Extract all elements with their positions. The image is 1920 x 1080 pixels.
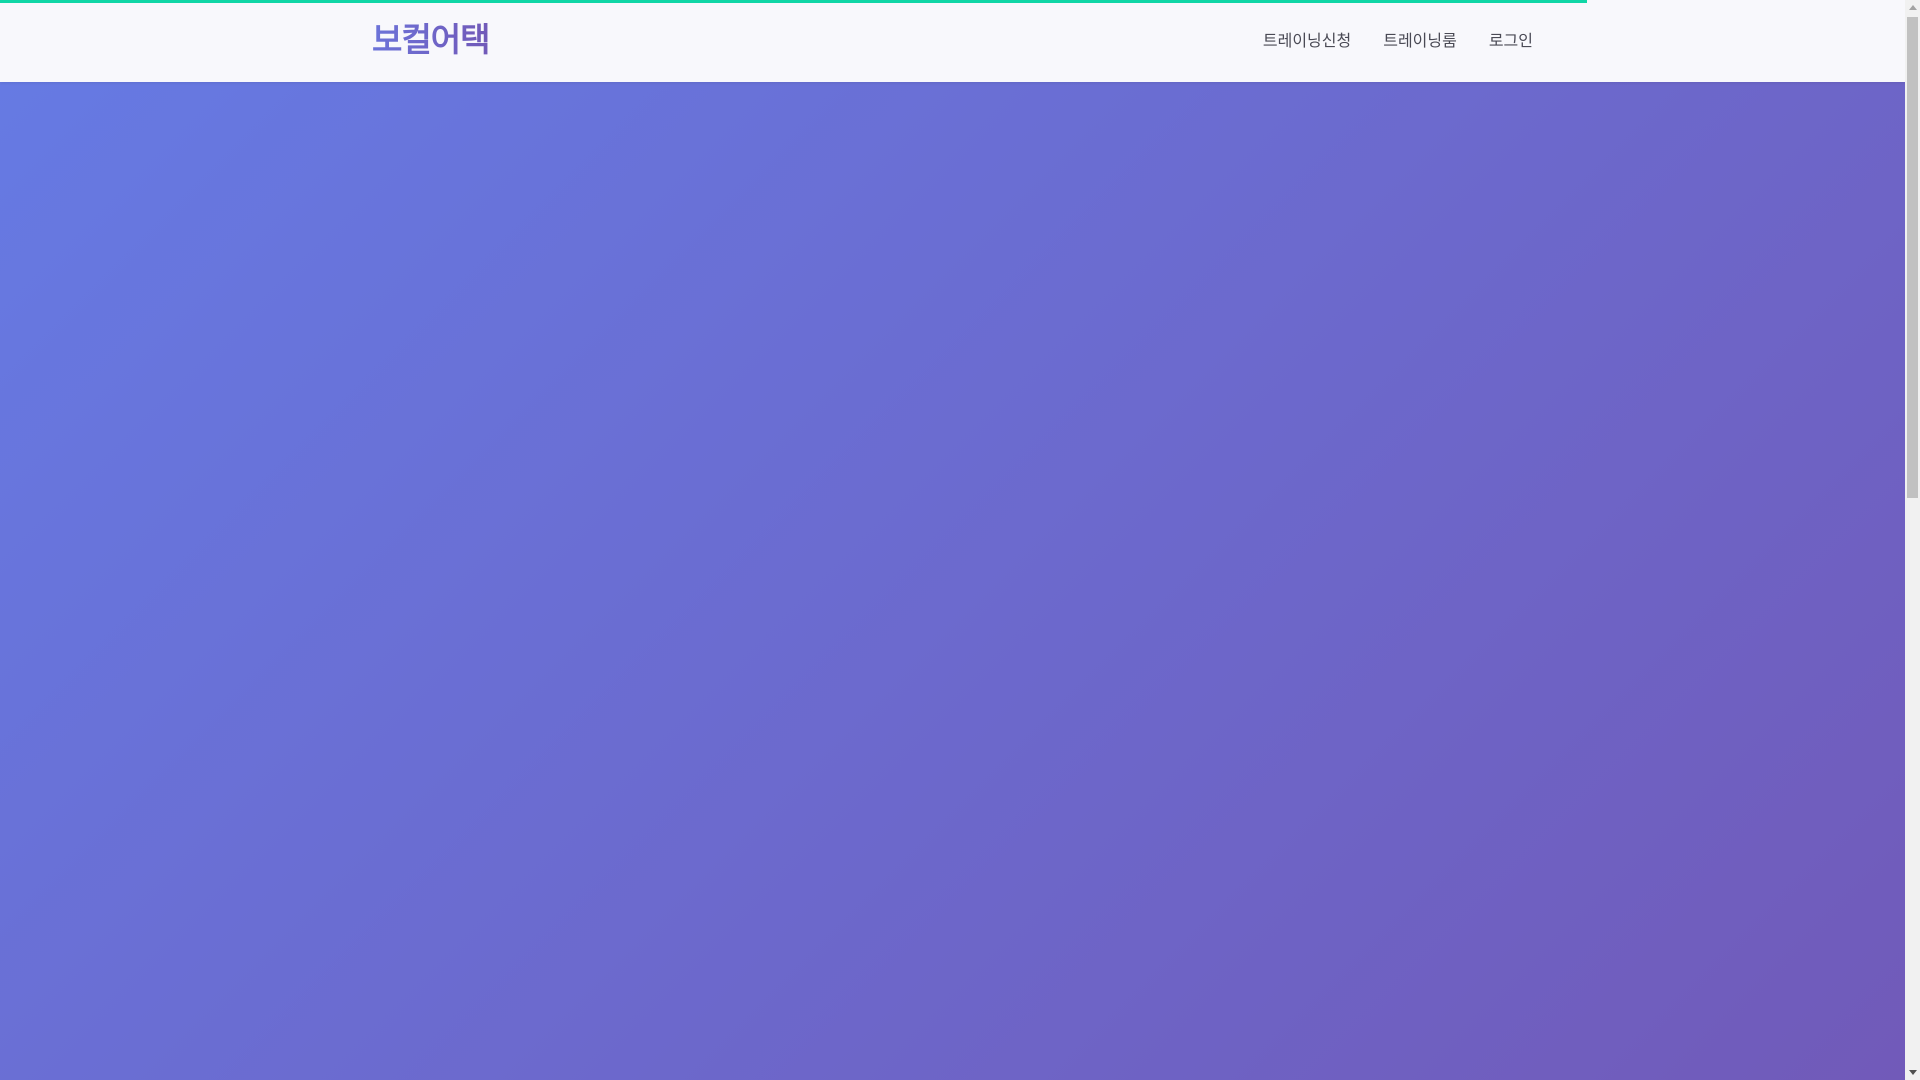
vertical-scrollbar[interactable] — [1905, 0, 1920, 1080]
page-viewport: 보컬어택 트레이닝신청 트레이닝룸 로그인 — [0, 0, 1905, 1080]
nav-link-login[interactable]: 로그인 — [1489, 28, 1533, 54]
top-navbar: 보컬어택 트레이닝신청 트레이닝룸 로그인 — [0, 0, 1905, 82]
scroll-progress-fill — [0, 0, 1587, 3]
scrollbar-thumb[interactable] — [1907, 17, 1918, 498]
scroll-up-arrow-icon[interactable] — [1905, 0, 1920, 15]
scroll-progress-bar — [0, 0, 1905, 3]
brand-logo[interactable]: 보컬어택 — [372, 18, 490, 62]
hero-section — [0, 82, 1905, 1080]
nav-link-training-apply[interactable]: 트레이닝신청 — [1263, 28, 1351, 54]
nav-links: 트레이닝신청 트레이닝룸 로그인 — [1263, 28, 1533, 54]
scroll-down-arrow-icon[interactable] — [1905, 1065, 1920, 1080]
nav-link-training-room[interactable]: 트레이닝룸 — [1383, 28, 1457, 54]
